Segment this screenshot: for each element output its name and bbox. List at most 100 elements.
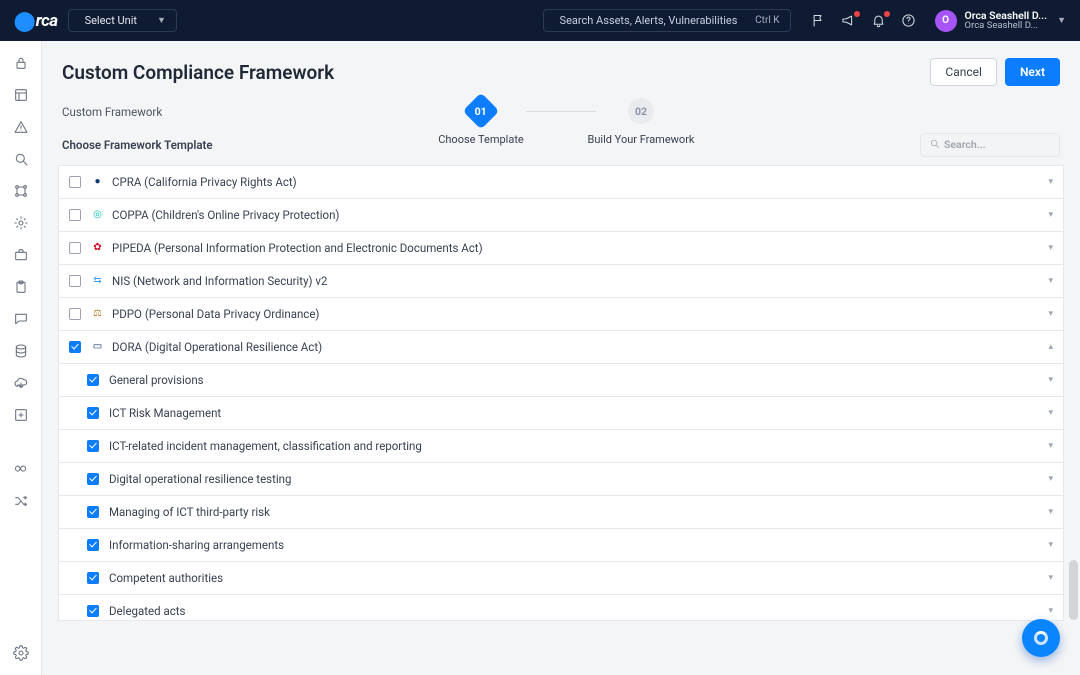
framework-icon: ▭: [91, 340, 104, 353]
child-label: ICT Risk Management: [109, 406, 221, 420]
global-search-placeholder: Search Assets, Alerts, Vulnerabilities: [560, 14, 750, 27]
global-search-kbd: Ctrl K: [755, 15, 779, 26]
user-menu[interactable]: O Orca Seashell D... Orca Seashell D... …: [935, 10, 1066, 32]
framework-checkbox[interactable]: [69, 308, 81, 320]
expand-icon[interactable]: ▾: [1048, 474, 1053, 484]
framework-row[interactable]: ⚖PDPO (Personal Data Privacy Ordinance)▾: [59, 297, 1063, 330]
child-label: Managing of ICT third-party risk: [109, 505, 270, 519]
step-1-badge: 01: [463, 93, 500, 130]
child-checkbox[interactable]: [87, 506, 99, 518]
next-button[interactable]: Next: [1005, 58, 1060, 86]
framework-child-row[interactable]: ICT Risk Management ▾: [59, 396, 1063, 429]
framework-label: NIS (Network and Information Security) v…: [112, 274, 327, 288]
child-checkbox[interactable]: [87, 407, 99, 419]
framework-checkbox[interactable]: [69, 242, 81, 254]
framework-child-row[interactable]: Managing of ICT third-party risk ▾: [59, 495, 1063, 528]
shuffle-icon[interactable]: [13, 493, 29, 509]
expand-icon[interactable]: ▾: [1048, 210, 1053, 220]
child-checkbox[interactable]: [87, 440, 99, 452]
framework-checkbox[interactable]: [69, 209, 81, 221]
child-label: Competent authorities: [109, 571, 223, 585]
gear-icon[interactable]: [13, 215, 29, 231]
child-label: General provisions: [109, 373, 204, 387]
expand-icon[interactable]: ▾: [1048, 573, 1053, 583]
step-2[interactable]: 02 Build Your Framework: [586, 98, 696, 147]
logo: ⬤rca: [14, 9, 58, 32]
user-org: Orca Seashell D...: [965, 21, 1048, 31]
expand-icon[interactable]: ▴: [1048, 342, 1053, 352]
expand-icon[interactable]: ▾: [1048, 606, 1053, 616]
expand-icon[interactable]: ▾: [1048, 375, 1053, 385]
expand-icon[interactable]: ▾: [1048, 441, 1053, 451]
framework-row[interactable]: ✿PIPEDA (Personal Information Protection…: [59, 231, 1063, 264]
framework-child-row[interactable]: Competent authorities ▾: [59, 561, 1063, 594]
framework-child-row[interactable]: Digital operational resilience testing▾: [59, 462, 1063, 495]
infinity-icon[interactable]: [13, 461, 29, 477]
step-2-badge: 02: [628, 98, 654, 124]
page-header: Custom Compliance Framework Cancel Next: [42, 41, 1080, 86]
framework-child-row[interactable]: ICT-related incident management, classif…: [59, 429, 1063, 462]
search-nav-icon[interactable]: [13, 151, 29, 167]
chat-icon[interactable]: [13, 311, 29, 327]
step-1-label: Choose Template: [438, 133, 524, 147]
framework-checkbox[interactable]: [69, 341, 81, 353]
framework-checkbox[interactable]: [69, 176, 81, 188]
step-1[interactable]: 01 Choose Template: [426, 98, 536, 147]
expand-icon[interactable]: ▾: [1048, 540, 1053, 550]
framework-label: DORA (Digital Operational Resilience Act…: [112, 340, 322, 354]
framework-child-row[interactable]: General provisions ▾: [59, 363, 1063, 396]
briefcase-icon[interactable]: [13, 247, 29, 263]
framework-child-row[interactable]: Delegated acts▾: [59, 594, 1063, 621]
framework-child-row[interactable]: Information-sharing arrangements ▾: [59, 528, 1063, 561]
framework-icon: ●: [91, 175, 104, 188]
child-checkbox[interactable]: [87, 473, 99, 485]
cancel-button[interactable]: Cancel: [930, 58, 997, 86]
lock-icon[interactable]: [13, 55, 29, 71]
framework-row[interactable]: ⇆ NIS (Network and Information Security) …: [59, 264, 1063, 297]
framework-checkbox[interactable]: [69, 275, 81, 287]
sidebar: [0, 41, 42, 675]
child-checkbox[interactable]: [87, 539, 99, 551]
graph-icon[interactable]: [13, 183, 29, 199]
flag-icon[interactable]: [811, 13, 827, 29]
clipboard-icon[interactable]: [13, 279, 29, 295]
bell-icon[interactable]: [871, 13, 887, 29]
help-fab[interactable]: [1022, 619, 1060, 657]
framework-icon: ✿: [91, 241, 104, 254]
page-title: Custom Compliance Framework: [62, 61, 334, 84]
expand-icon[interactable]: ▾: [1048, 309, 1053, 319]
select-unit-dropdown[interactable]: Select Unit ▼: [68, 9, 177, 32]
page-scrollbar[interactable]: [1069, 560, 1078, 620]
child-label: Information-sharing arrangements: [109, 538, 284, 552]
framework-row[interactable]: ◎COPPA (Children's Online Privacy Protec…: [59, 198, 1063, 231]
add-box-icon[interactable]: [13, 407, 29, 423]
cloud-icon[interactable]: [13, 375, 29, 391]
child-checkbox[interactable]: [87, 605, 99, 617]
framework-row[interactable]: ● CPRA (California Privacy Rights Act) ▾: [59, 165, 1063, 198]
framework-label: CPRA (California Privacy Rights Act): [112, 175, 297, 189]
database-icon[interactable]: [13, 343, 29, 359]
child-checkbox[interactable]: [87, 374, 99, 386]
megaphone-icon[interactable]: [841, 13, 857, 29]
expand-icon[interactable]: ▾: [1048, 276, 1053, 286]
spinner-icon: [1034, 631, 1048, 645]
settings-icon[interactable]: [13, 645, 29, 661]
user-text: Orca Seashell D... Orca Seashell D...: [965, 10, 1048, 32]
framework-icon: ⚖: [91, 307, 104, 320]
expand-icon[interactable]: ▾: [1048, 408, 1053, 418]
alert-icon[interactable]: [13, 119, 29, 135]
expand-icon[interactable]: ▾: [1048, 243, 1053, 253]
global-search[interactable]: Search Assets, Alerts, Vulnerabilities C…: [543, 9, 791, 32]
user-name: Orca Seashell D...: [965, 10, 1048, 22]
select-unit-label: Select Unit: [85, 14, 137, 27]
child-checkbox[interactable]: [87, 572, 99, 584]
header-actions: Cancel Next: [930, 58, 1060, 86]
expand-icon[interactable]: ▾: [1048, 507, 1053, 517]
main: Custom Compliance Framework Cancel Next …: [42, 41, 1080, 675]
framework-row[interactable]: ▭ DORA (Digital Operational Resilience Ac…: [59, 330, 1063, 363]
help-icon[interactable]: [901, 13, 917, 29]
framework-label: COPPA (Children's Online Privacy Protect…: [112, 208, 339, 222]
expand-icon[interactable]: ▾: [1048, 177, 1053, 187]
layout-icon[interactable]: [13, 87, 29, 103]
framework-icon: ⇆: [91, 274, 104, 287]
